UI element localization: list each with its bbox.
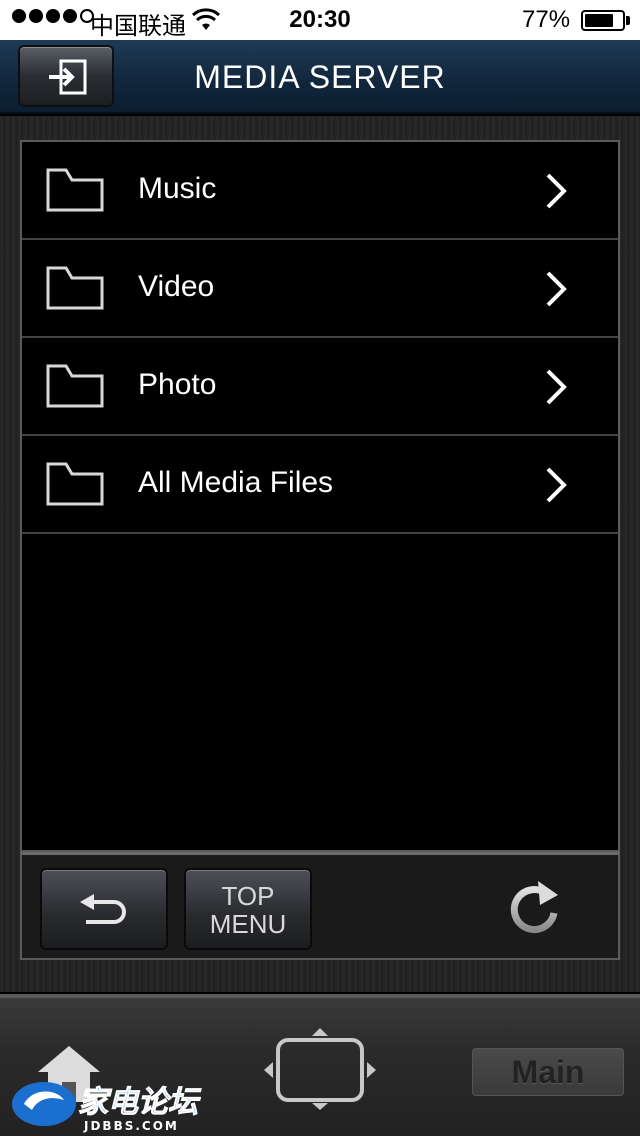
refresh-icon[interactable] — [508, 877, 564, 937]
chevron-right-icon — [546, 369, 567, 405]
status-bar: 中国联通 20:30 77% — [0, 0, 640, 40]
media-list: Music Video Photo All Media Files — [20, 140, 620, 852]
battery-percent: 77% — [522, 6, 571, 33]
back-button[interactable] — [40, 868, 168, 950]
return-arrow-icon — [80, 894, 126, 924]
jdbbs-watermark-logo: 家电论坛 JDBBS.COM — [12, 1082, 202, 1133]
list-item-label: Photo — [138, 368, 217, 401]
battery-icon — [581, 10, 625, 31]
folder-icon — [46, 364, 104, 408]
list-item-label: All Media Files — [138, 466, 334, 499]
dpad-icon[interactable] — [262, 1028, 378, 1110]
toolbar: TOP MENU — [20, 852, 620, 960]
tab-bar: Main 家电论坛 JDBBS.COM — [0, 994, 640, 1136]
top-menu-button[interactable]: TOP MENU — [184, 868, 312, 950]
list-item-label: Music — [138, 172, 217, 205]
watermark-text: 家电论坛 — [78, 1085, 202, 1120]
list-item-music[interactable]: Music — [22, 142, 618, 240]
watermark-subtext: JDBBS.COM — [83, 1119, 179, 1133]
chevron-right-icon — [546, 271, 567, 307]
list-item-label: Video — [138, 270, 215, 303]
top-menu-label-line2: MENU — [209, 909, 287, 939]
list-item-video[interactable]: Video — [22, 240, 618, 338]
chevron-right-icon — [546, 467, 567, 503]
folder-icon — [46, 168, 104, 212]
list-item-photo[interactable]: Photo — [22, 338, 618, 436]
battery-tip — [626, 16, 630, 25]
nav-bar: MEDIA SERVER — [0, 40, 640, 114]
top-menu-label-line1: TOP — [221, 881, 275, 911]
folder-icon — [46, 266, 104, 310]
folder-icon — [46, 462, 104, 506]
list-item-all-media-files[interactable]: All Media Files — [22, 436, 618, 534]
chevron-right-icon — [546, 173, 567, 209]
main-button[interactable]: Main — [472, 1048, 624, 1096]
page-title: MEDIA SERVER — [194, 59, 446, 95]
